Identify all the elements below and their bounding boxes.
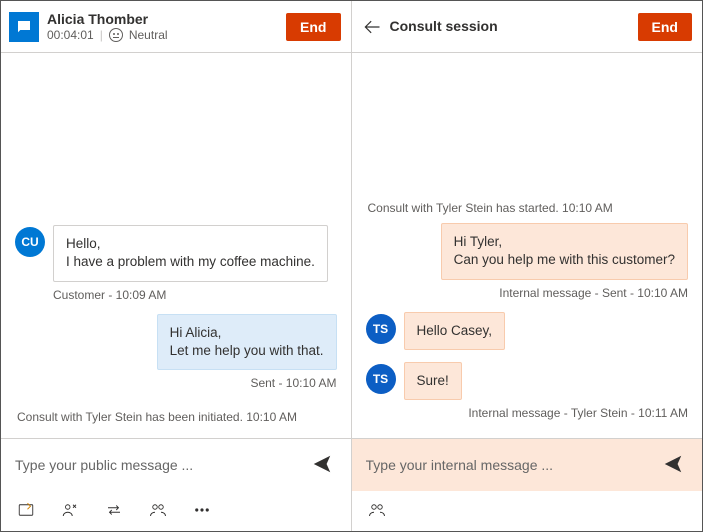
internal-out-bubble: Hi Tyler, Can you help me with this cust…	[441, 223, 688, 279]
internal-message-input[interactable]	[366, 447, 651, 483]
end-consult-button[interactable]: End	[638, 13, 692, 41]
end-chat-button[interactable]: End	[286, 13, 340, 41]
internal-out-meta: Internal message - Sent - 10:10 AM	[366, 286, 689, 300]
internal-composer	[352, 439, 703, 491]
consult-message-list: Consult with Tyler Stein has started. 10…	[352, 53, 703, 438]
quick-replies-icon[interactable]	[15, 499, 37, 521]
internal-out-row: Hi Tyler, Can you help me with this cust…	[366, 223, 689, 279]
back-button[interactable]	[360, 13, 390, 41]
agent-message-bubble: Hi Alicia, Let me help you with that.	[157, 314, 337, 370]
customer-chat-pane: Alicia Thomber 00:04:01 | Neutral End CU…	[1, 1, 352, 531]
customer-avatar: CU	[15, 227, 45, 257]
customer-message-row: CU Hello, I have a problem with my coffe…	[15, 225, 337, 281]
consultant-message-bubble: Hello Casey,	[404, 312, 506, 350]
consultant-message-row: TS Hello Casey,	[366, 312, 689, 350]
consult-initiated-message: Consult with Tyler Stein has been initia…	[17, 410, 337, 424]
transfer-icon[interactable]	[103, 499, 125, 521]
consult-header: Consult session End	[352, 1, 703, 53]
consult-icon[interactable]	[59, 499, 81, 521]
chat-icon	[9, 12, 39, 42]
add-people-icon[interactable]	[366, 499, 388, 521]
add-people-icon[interactable]	[147, 499, 169, 521]
send-public-button[interactable]	[307, 449, 337, 482]
separator: |	[100, 28, 103, 42]
customer-message-bubble: Hello, I have a problem with my coffee m…	[53, 225, 328, 281]
consultant-avatar: TS	[366, 314, 396, 344]
public-composer	[1, 439, 351, 491]
customer-message-meta: Customer - 10:09 AM	[53, 288, 337, 302]
consultant-message-meta: Internal message - Tyler Stein - 10:11 A…	[404, 406, 689, 420]
customer-chat-header: Alicia Thomber 00:04:01 | Neutral End	[1, 1, 351, 53]
sentiment-neutral-icon	[109, 28, 123, 42]
agent-message-meta: Sent - 10:10 AM	[15, 376, 337, 390]
customer-name: Alicia Thomber	[47, 11, 278, 28]
consult-started-message: Consult with Tyler Stein has started. 10…	[368, 201, 689, 215]
composer-toolbar	[1, 491, 351, 531]
customer-message-list: CU Hello, I have a problem with my coffe…	[1, 53, 351, 438]
consultant-avatar: TS	[366, 364, 396, 394]
consultant-message-bubble: Sure!	[404, 362, 462, 400]
consultant-message-row: TS Sure!	[366, 362, 689, 400]
sentiment-label: Neutral	[129, 28, 168, 42]
consult-session-pane: Consult session End Consult with Tyler S…	[352, 1, 703, 531]
consult-composer-toolbar	[352, 491, 703, 531]
consult-title: Consult session	[390, 18, 630, 35]
session-timer: 00:04:01	[47, 28, 94, 42]
public-message-input[interactable]	[15, 447, 299, 483]
more-actions-icon[interactable]	[191, 499, 213, 521]
send-internal-button[interactable]	[658, 449, 688, 482]
agent-message-row: Hi Alicia, Let me help you with that.	[15, 314, 337, 370]
